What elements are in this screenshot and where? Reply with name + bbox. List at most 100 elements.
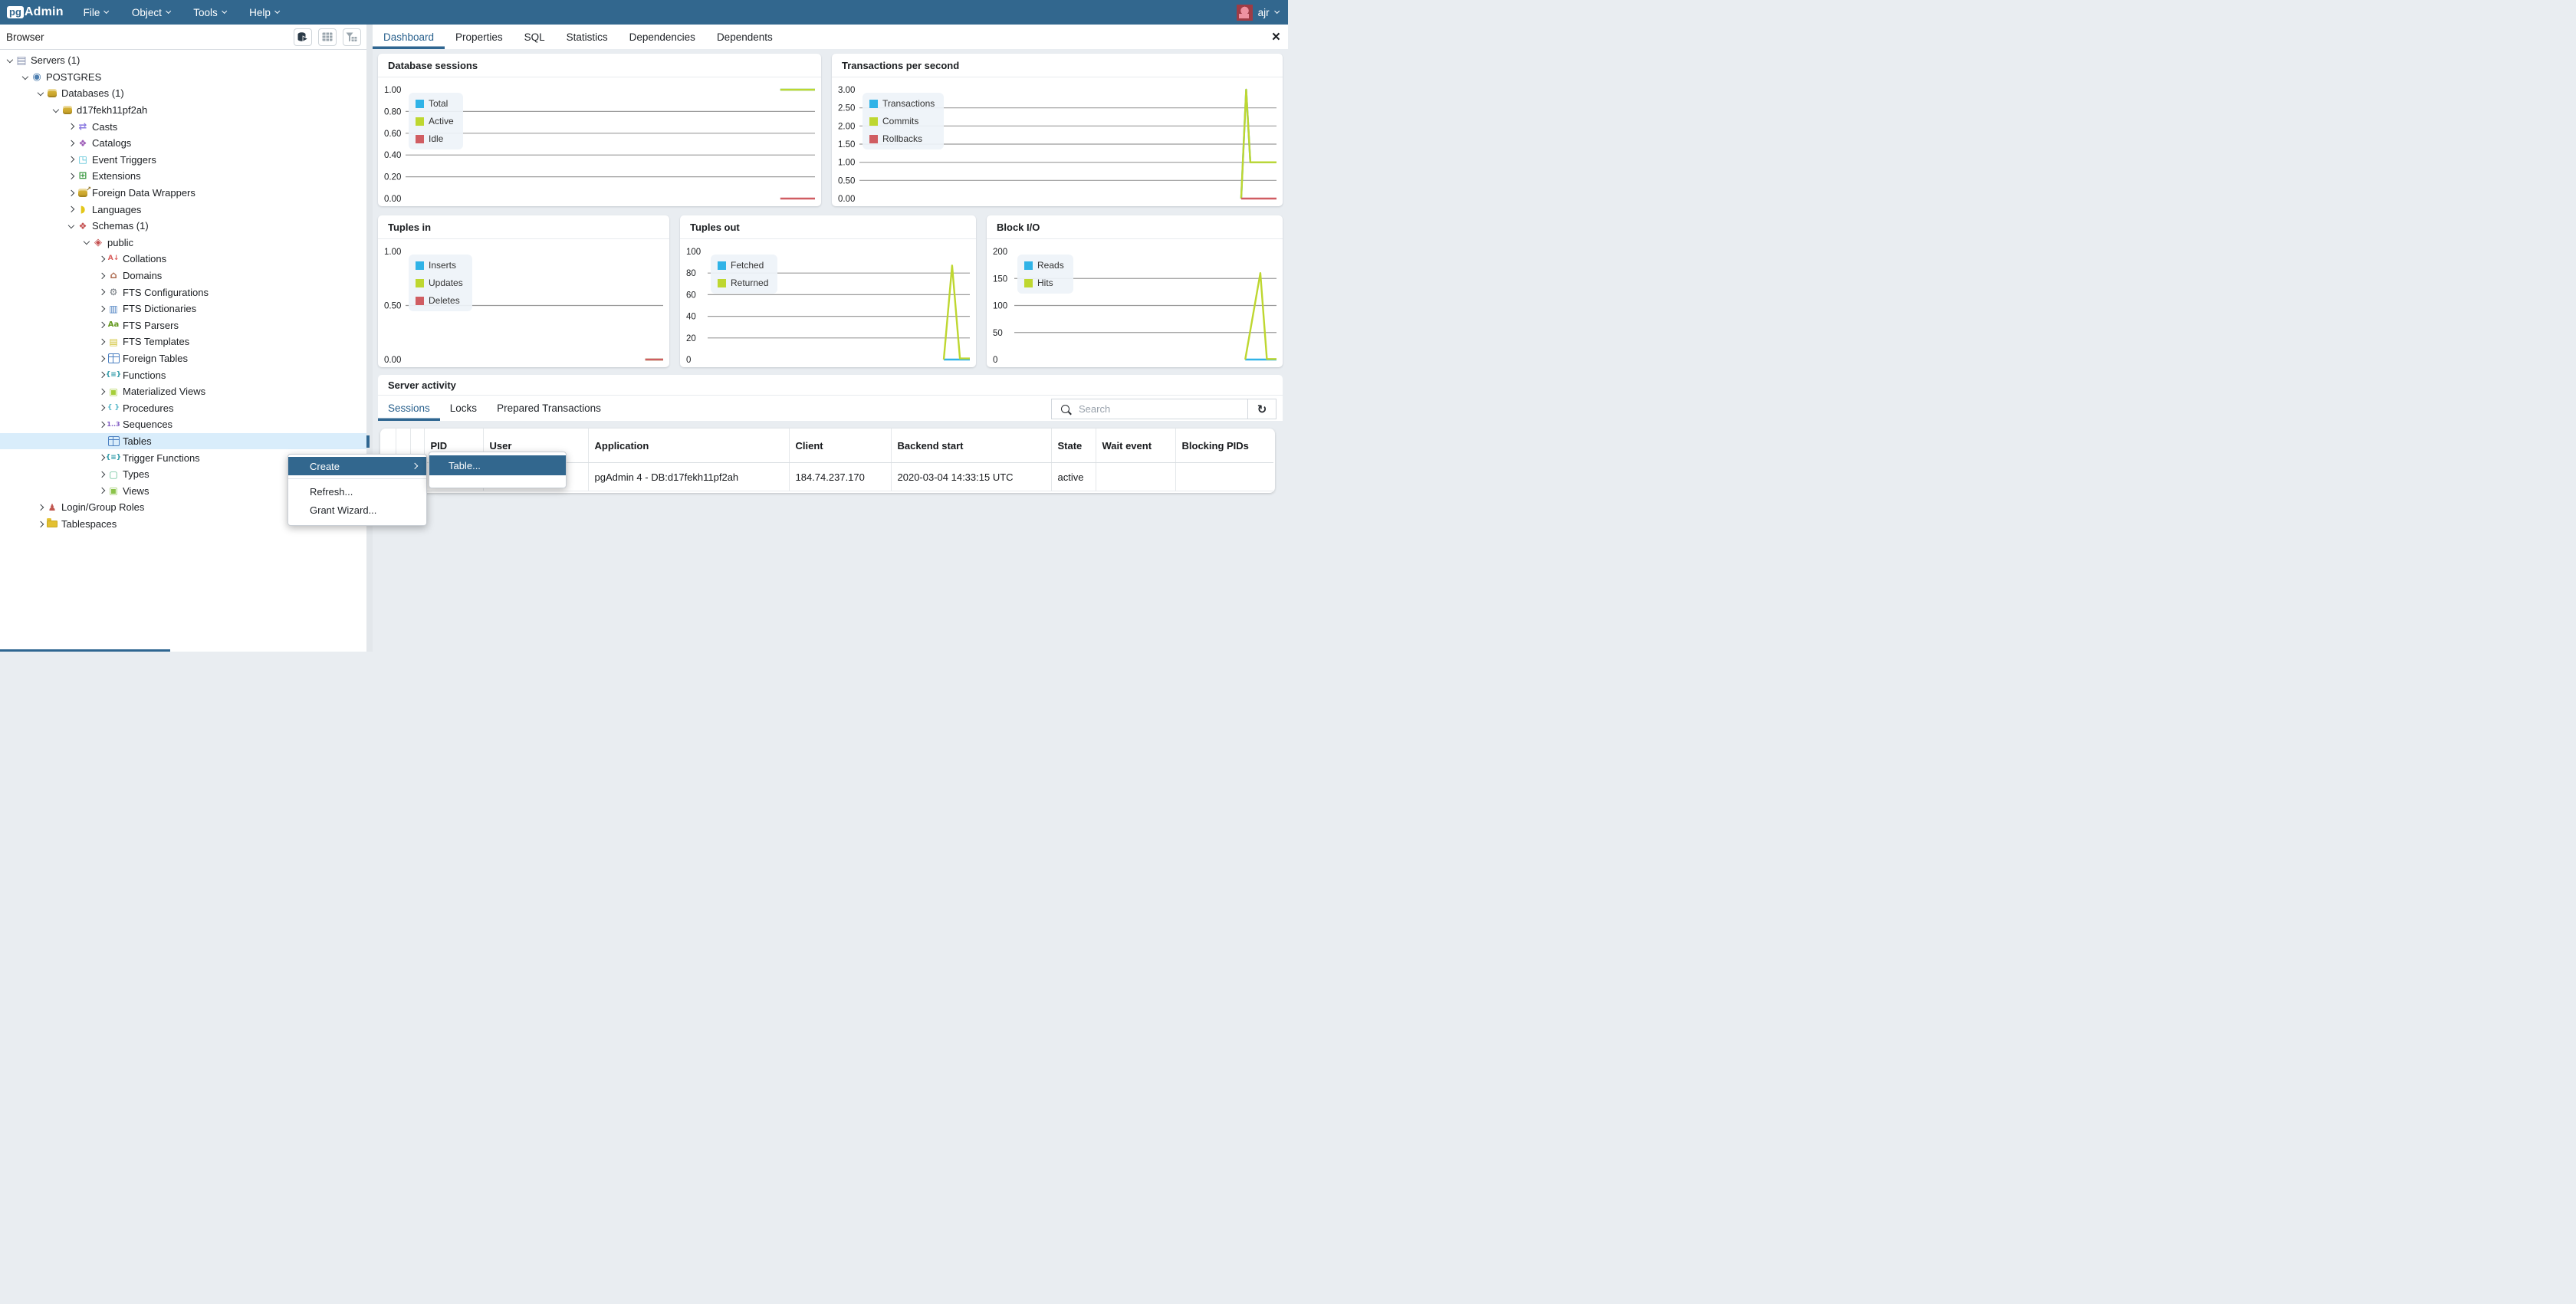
tab-properties[interactable]: Properties: [445, 25, 514, 49]
tree-item-label: Procedures: [123, 402, 173, 414]
chevron-right-icon[interactable]: [66, 207, 76, 212]
tree-item-catalogs[interactable]: ❖Catalogs: [0, 135, 366, 152]
tab-dashboard[interactable]: Dashboard: [373, 25, 445, 49]
tab-sessions[interactable]: Sessions: [378, 396, 440, 421]
chevron-right-icon[interactable]: [97, 389, 107, 394]
extensions-icon: ⊞: [76, 171, 90, 181]
tree-item-fts-dictionaries[interactable]: ▥FTS Dictionaries: [0, 301, 366, 317]
chevron-right-icon[interactable]: [66, 124, 76, 129]
horizontal-scrollbar-thumb[interactable]: [0, 649, 170, 652]
tree-item-d17fekh11pf2ah[interactable]: d17fekh11pf2ah: [0, 102, 366, 119]
foreign-tables-icon: [107, 353, 120, 363]
chevron-right-icon[interactable]: [97, 340, 107, 344]
chevron-right-icon[interactable]: [66, 141, 76, 146]
tree-item-fts-configurations[interactable]: ⚙FTS Configurations: [0, 284, 366, 301]
menu-bar: File Object Tools Help: [84, 7, 280, 18]
chevron-down-icon[interactable]: [5, 59, 15, 62]
chevron-right-icon[interactable]: [97, 257, 107, 261]
legend-swatch: [416, 279, 424, 287]
context-menu-item-create[interactable]: Create: [288, 457, 426, 475]
procedures-icon: { }: [107, 405, 120, 412]
domains-icon: ⌂: [107, 271, 120, 281]
tree-item-domains[interactable]: ⌂Domains: [0, 268, 366, 284]
legend-item: Transactions: [869, 98, 935, 109]
tab-sql[interactable]: SQL: [514, 25, 556, 49]
chevron-down-icon: [222, 8, 228, 15]
tree-item-servers-1[interactable]: ▤Servers (1): [0, 52, 366, 69]
tree-item-procedures[interactable]: { }Procedures: [0, 399, 366, 416]
chevron-right-icon[interactable]: [97, 290, 107, 294]
legend-label: Idle: [429, 133, 443, 144]
tree-item-foreign-tables[interactable]: Foreign Tables: [0, 350, 366, 367]
view-data-button[interactable]: [318, 28, 337, 46]
chevron-right-icon[interactable]: [97, 406, 107, 410]
chevron-right-icon[interactable]: [97, 488, 107, 493]
legend-swatch: [1024, 261, 1033, 270]
chevron-right-icon[interactable]: [66, 157, 76, 162]
chevron-right-icon[interactable]: [66, 174, 76, 179]
menu-file[interactable]: File: [84, 7, 109, 18]
tree-item-extensions[interactable]: ⊞Extensions: [0, 168, 366, 185]
tab-prepared-transactions[interactable]: Prepared Transactions: [487, 396, 611, 421]
chevron-down-icon: [274, 8, 281, 15]
filtered-rows-button[interactable]: [343, 28, 361, 46]
tree-item-functions[interactable]: {≡}Functions: [0, 366, 366, 383]
chevron-right-icon[interactable]: [97, 472, 107, 477]
chevron-right-icon[interactable]: [66, 191, 76, 195]
menu-object[interactable]: Object: [132, 7, 170, 18]
chevron-down-icon[interactable]: [66, 225, 76, 228]
tree-item-tables[interactable]: Tables: [0, 433, 366, 450]
tree-item-materialized-views[interactable]: ▣Materialized Views: [0, 383, 366, 400]
tree-item-databases-1[interactable]: Databases (1): [0, 85, 366, 102]
chevron-down-icon[interactable]: [35, 92, 45, 95]
context-menu-item-grant-wizard[interactable]: Grant Wizard...: [288, 501, 426, 519]
chevron-right-icon[interactable]: [97, 422, 107, 427]
query-tool-button[interactable]: [294, 28, 312, 46]
menu-tools[interactable]: Tools: [193, 7, 226, 18]
tab-dependencies[interactable]: Dependencies: [619, 25, 706, 49]
tab-locks[interactable]: Locks: [440, 396, 487, 421]
chevron-right-icon[interactable]: [97, 307, 107, 311]
chevron-down-icon[interactable]: [51, 109, 61, 112]
tree-item-collations[interactable]: A↓Collations: [0, 251, 366, 268]
chevron-right-icon[interactable]: [97, 356, 107, 361]
series-returned: [944, 265, 970, 360]
tree-item-sequences[interactable]: 1..3Sequences: [0, 416, 366, 433]
pgadmin-logo: pg Admin: [7, 5, 64, 19]
refresh-button[interactable]: ↻: [1247, 399, 1276, 419]
tree-item-public[interactable]: ◈public: [0, 235, 366, 251]
user-menu[interactable]: ajr: [1237, 5, 1279, 21]
tree-item-event-triggers[interactable]: ◳Event Triggers: [0, 152, 366, 169]
tab-statistics[interactable]: Statistics: [556, 25, 619, 49]
chevron-down-icon[interactable]: [81, 241, 91, 244]
tree-item-languages[interactable]: ◗Languages: [0, 201, 366, 218]
search-input[interactable]: Search: [1079, 403, 1247, 415]
menu-help[interactable]: Help: [249, 7, 279, 18]
session-search[interactable]: Search ↻: [1051, 399, 1276, 419]
panel-title: Transactions per second: [832, 54, 1283, 77]
browser-header: Browser: [0, 25, 366, 50]
chevron-right-icon[interactable]: [35, 522, 45, 527]
chevron-right-icon[interactable]: [35, 505, 45, 510]
tree-item-schemas-1[interactable]: ❖Schemas (1): [0, 218, 366, 235]
servers-icon: ▤: [15, 55, 28, 66]
panel-splitter[interactable]: [366, 25, 373, 652]
tree-item-foreign-data-wrappers[interactable]: ↗Foreign Data Wrappers: [0, 185, 366, 202]
tree-item-casts[interactable]: ⇄Casts: [0, 118, 366, 135]
context-menu-item-table[interactable]: Table...: [429, 455, 566, 475]
svg-text:60: 60: [686, 291, 696, 300]
chevron-right-icon[interactable]: [97, 274, 107, 278]
legend-label: Transactions: [882, 98, 935, 109]
chevron-down-icon[interactable]: [20, 76, 30, 79]
tree-item-fts-parsers[interactable]: AaFTS Parsers: [0, 317, 366, 334]
close-icon[interactable]: ×: [1272, 30, 1280, 44]
chevron-right-icon[interactable]: [97, 323, 107, 327]
logo-admin-text: Admin: [25, 5, 64, 19]
context-menu-item-refresh[interactable]: Refresh...: [288, 482, 426, 501]
search-icon: [1061, 405, 1070, 413]
tree-item-fts-templates[interactable]: ▤FTS Templates: [0, 333, 366, 350]
tree-item-postgres[interactable]: ◉POSTGRES: [0, 69, 366, 86]
tab-dependents[interactable]: Dependents: [706, 25, 784, 49]
tree-item-label: Schemas (1): [92, 220, 149, 232]
chart-legend: ReadsHits: [1017, 255, 1073, 294]
